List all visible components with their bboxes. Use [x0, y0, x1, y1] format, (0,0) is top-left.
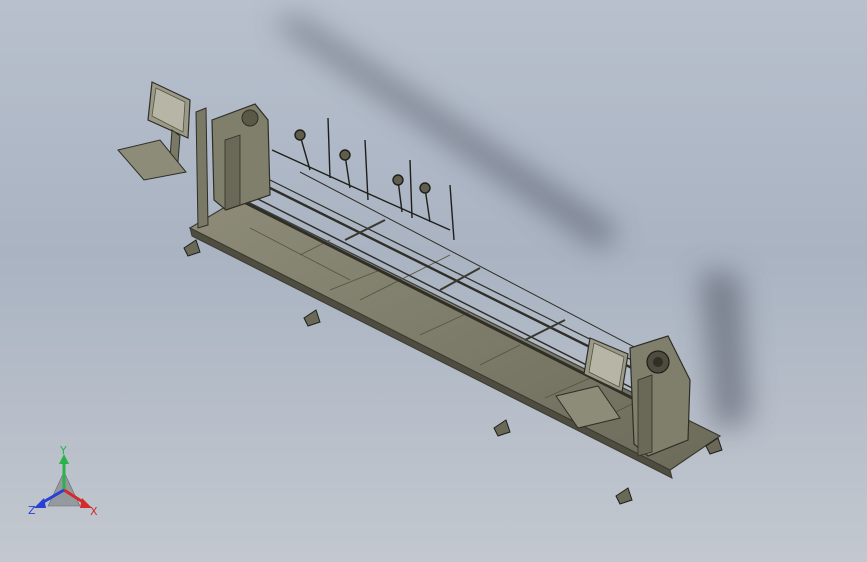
clamp-fixtures: [271, 117, 455, 241]
cad-3d-viewport[interactable]: Y X Z: [0, 0, 867, 562]
left-monitor[interactable]: [117, 81, 191, 181]
triad-z-label: Z: [28, 504, 36, 517]
right-headstock: [629, 335, 691, 457]
left-headstock: [211, 103, 271, 211]
left-pillar: [195, 107, 209, 229]
view-orientation-triad[interactable]: Y X Z: [28, 444, 98, 518]
triad-y-label: Y: [59, 444, 67, 457]
assembly-model[interactable]: [117, 81, 723, 505]
triad-x-label: X: [90, 505, 98, 518]
z-arrow-icon: [34, 498, 46, 508]
